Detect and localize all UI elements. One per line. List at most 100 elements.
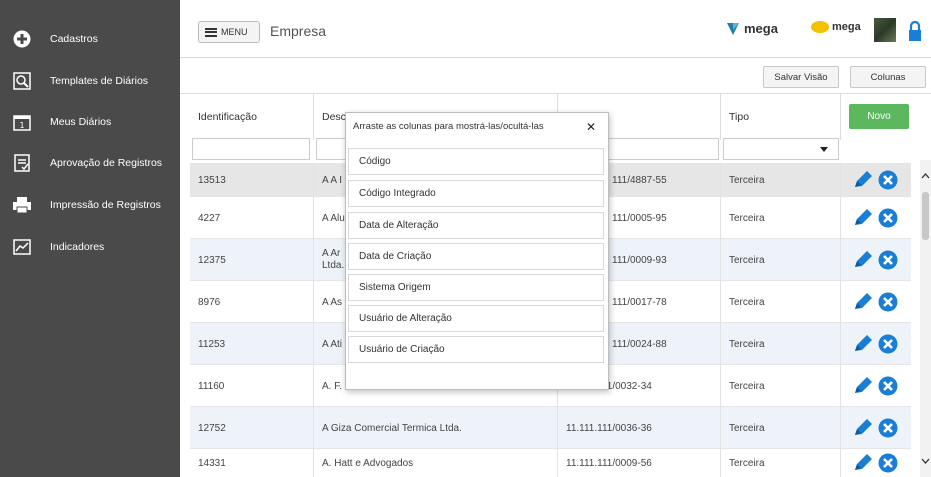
popup-title: Arraste as colunas para mostrá-las/ocult… (353, 121, 544, 132)
column-header-tipo[interactable]: Tipo (721, 94, 841, 140)
cell-id: 4227 (190, 197, 314, 239)
sidebar-item-meus-diarios[interactable]: 1 Meus Diários (0, 105, 180, 139)
sidebar-item-label: Meus Diários (50, 116, 112, 128)
row-actions (852, 449, 898, 477)
row-actions (852, 281, 898, 323)
cell-tipo: Terceira (721, 449, 841, 477)
cell-tipo: Terceira (721, 323, 841, 365)
chart-icon (12, 237, 32, 257)
scrollbar-thumb[interactable] (922, 192, 929, 240)
column-option-codigo-integrado[interactable]: Código Integrado (348, 180, 604, 207)
sidebar-item-label: Indicadores (50, 241, 105, 253)
sidebar-item-label: Cadastros (50, 33, 98, 45)
new-button[interactable]: Novo (849, 104, 909, 129)
sidebar-item-label: Impressão de Registros (50, 199, 161, 211)
filter-tipo-select[interactable] (723, 138, 839, 160)
delete-x-icon[interactable] (878, 453, 898, 473)
cell-tipo: Terceira (721, 365, 841, 407)
column-chooser-popup: Arraste as colunas para mostrá-las/ocult… (345, 112, 609, 390)
save-view-button[interactable]: Salvar Visão (763, 66, 839, 88)
cell-tipo: Terceira (721, 197, 841, 239)
search-document-icon (12, 71, 32, 91)
sidebar-item-label: Templates de Diários (50, 75, 149, 87)
cell-desc-line2: Ltda. (322, 260, 345, 271)
edit-pencil-icon[interactable] (852, 250, 874, 270)
mega-logo: mega (725, 20, 778, 36)
delete-x-icon[interactable] (878, 170, 898, 190)
edit-pencil-icon[interactable] (852, 334, 874, 354)
cell-id: 12752 (190, 407, 314, 449)
edit-pencil-icon[interactable] (852, 170, 874, 190)
delete-x-icon[interactable] (878, 376, 898, 396)
column-option-codigo[interactable]: Código (348, 148, 604, 175)
cell-cnpj: 11.111.111/0009-56 (558, 449, 721, 477)
column-option-usuario-criacao[interactable]: Usuário de Criação (348, 336, 604, 363)
cell-tipo: Terceira (721, 281, 841, 323)
mega-logo-icon (727, 23, 739, 35)
edit-pencil-icon[interactable] (852, 208, 874, 228)
delete-x-icon[interactable] (878, 418, 898, 438)
row-actions (852, 239, 898, 281)
edit-pencil-icon[interactable] (852, 292, 874, 312)
delete-x-icon[interactable] (878, 250, 898, 270)
mega-ellipse-icon (811, 21, 829, 33)
sidebar: Cadastros Templates de Diários 1 Meus Di… (0, 0, 180, 477)
cell-id: 14331 (190, 449, 314, 477)
hamburger-icon (205, 27, 217, 37)
mega-logo-secondary: mega (810, 20, 861, 34)
svg-text:1: 1 (19, 121, 24, 130)
chevron-down-icon (820, 147, 828, 152)
sidebar-item-label: Aprovação de Registros (50, 157, 163, 169)
mega-logo-text: mega (832, 21, 861, 33)
table-row[interactable]: 12752 A Giza Comercial Termica Ltda. 11.… (190, 407, 911, 449)
delete-x-icon[interactable] (878, 292, 898, 312)
mega-logo-text: mega (744, 20, 778, 36)
header: MENU Empresa mega mega (180, 0, 931, 58)
sidebar-item-impressao[interactable]: Impressão de Registros (0, 188, 180, 222)
cell-cnpj: 11.111.111/0036-36 (558, 407, 721, 449)
row-actions (852, 407, 898, 449)
row-actions (852, 197, 898, 239)
cell-id: 11253 (190, 323, 314, 365)
cell-id: 12375 (190, 239, 314, 281)
plus-circle-icon (12, 29, 32, 49)
cell-desc: A Giza Comercial Termica Ltda. (314, 407, 558, 449)
lock-icon[interactable] (908, 20, 922, 42)
column-header-identificacao[interactable]: Identificação (190, 94, 314, 140)
cell-tipo: Terceira (721, 239, 841, 281)
sidebar-item-templates[interactable]: Templates de Diários (0, 64, 180, 98)
cell-desc: A. Hatt e Advogados (314, 449, 558, 477)
column-option-data-alteracao[interactable]: Data de Alteração (348, 212, 604, 239)
cell-tipo: Terceira (721, 163, 841, 197)
calendar-icon: 1 (12, 112, 32, 132)
edit-pencil-icon[interactable] (852, 376, 874, 396)
menu-label: MENU (221, 27, 248, 37)
table-scrollbar[interactable] (920, 160, 931, 477)
filter-identificacao-input[interactable] (192, 138, 310, 160)
edit-pencil-icon[interactable] (852, 453, 874, 473)
column-option-data-criacao[interactable]: Data de Criação (348, 243, 604, 270)
column-option-sistema-origem[interactable]: Sistema Origem (348, 274, 604, 301)
close-icon[interactable]: ✕ (586, 120, 596, 134)
table-row[interactable]: 14331 A. Hatt e Advogados 11.111.111/000… (190, 449, 911, 477)
scroll-down-icon[interactable] (921, 458, 930, 465)
sidebar-item-indicadores[interactable]: Indicadores (0, 230, 180, 264)
delete-x-icon[interactable] (878, 334, 898, 354)
edit-pencil-icon[interactable] (852, 418, 874, 438)
cell-id: 13513 (190, 163, 314, 197)
columns-button[interactable]: Colunas (850, 66, 926, 88)
cell-id: 8976 (190, 281, 314, 323)
delete-x-icon[interactable] (878, 208, 898, 228)
column-option-usuario-alteracao[interactable]: Usuário de Alteração (348, 305, 604, 332)
user-thumbnail[interactable] (874, 18, 896, 42)
row-actions (852, 365, 898, 407)
printer-icon (12, 195, 32, 215)
sidebar-item-cadastros[interactable]: Cadastros (0, 22, 180, 56)
cell-tipo: Terceira (721, 407, 841, 449)
menu-button[interactable]: MENU (198, 21, 260, 43)
cell-id: 11160 (190, 365, 314, 407)
cell-desc-line1: A Ar (322, 248, 341, 259)
sidebar-item-aprovacao[interactable]: Aprovação de Registros (0, 146, 180, 180)
scroll-up-icon[interactable] (921, 172, 930, 179)
row-actions (852, 163, 898, 197)
